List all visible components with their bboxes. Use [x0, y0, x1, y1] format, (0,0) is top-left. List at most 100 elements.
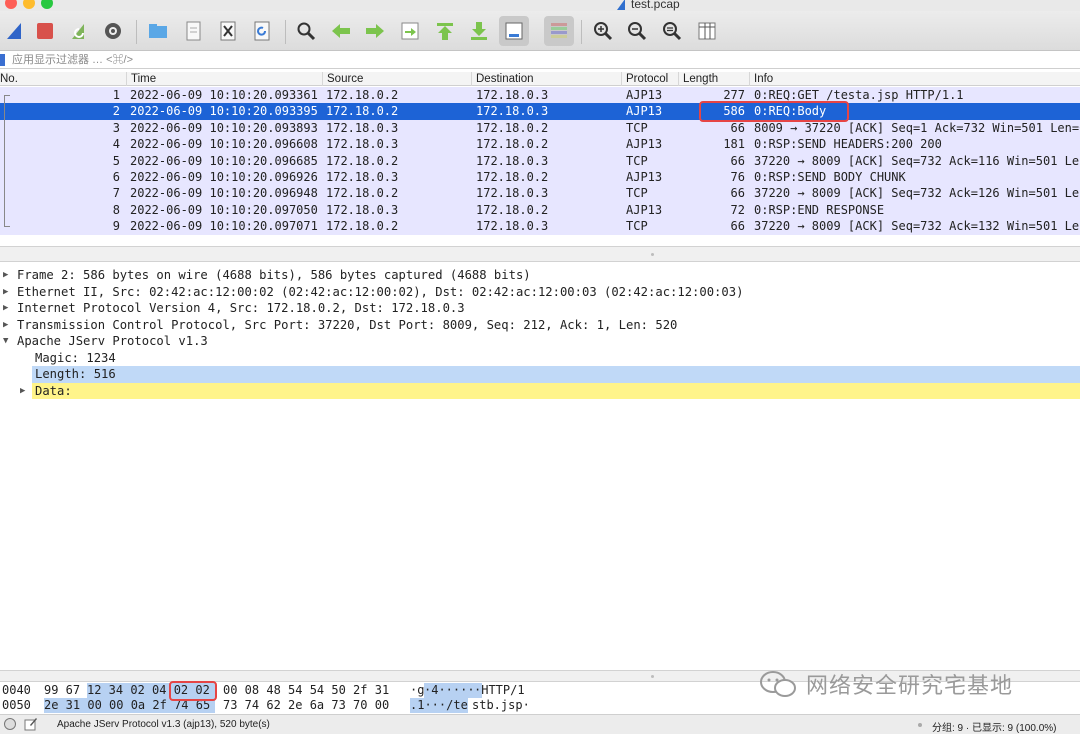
- packet-info: 37220 → 8009 [ACK] Seq=732 Ack=132 Win=5…: [754, 219, 1080, 234]
- find-packet-icon[interactable]: [291, 16, 321, 46]
- close-window-button[interactable]: [5, 0, 17, 9]
- expand-arrow-icon[interactable]: ▶: [20, 383, 30, 400]
- packet-destination: 172.18.0.3: [476, 186, 549, 201]
- column-header-protocol[interactable]: Protocol: [621, 72, 678, 86]
- close-file-icon[interactable]: [213, 16, 243, 46]
- packet-info: 0:RSP:END RESPONSE: [754, 202, 885, 217]
- colorize-icon[interactable]: [544, 16, 574, 46]
- shark-fin-start-icon[interactable]: [0, 16, 30, 46]
- detail-text: Internet Protocol Version 4, Src: 172.18…: [17, 301, 465, 315]
- packet-length: 66: [730, 120, 745, 135]
- detail-row-ajp[interactable]: ▼ Apache JServ Protocol v1.3: [0, 333, 1080, 350]
- packet-protocol: TCP: [626, 153, 648, 168]
- status-bar: Apache JServ Protocol v1.3 (ajp13), 520 …: [0, 714, 1080, 734]
- column-header-time[interactable]: Time: [126, 72, 322, 86]
- restart-capture-icon[interactable]: [64, 16, 94, 46]
- column-header-info[interactable]: Info: [749, 72, 1080, 86]
- packet-row[interactable]: 6 2022-06-09 10:10:20.096926 172.18.0.3 …: [0, 169, 1080, 186]
- expert-info-icon[interactable]: [4, 718, 16, 730]
- packet-row[interactable]: 8 2022-06-09 10:10:20.097050 172.18.0.3 …: [0, 201, 1080, 219]
- open-file-icon[interactable]: [143, 16, 173, 46]
- minimize-window-button[interactable]: [23, 0, 35, 9]
- annotation-box-bytes: [169, 681, 217, 701]
- packet-destination: 172.18.0.2: [476, 120, 549, 135]
- expand-arrow-icon[interactable]: ▶: [3, 317, 13, 334]
- packet-protocol: TCP: [626, 120, 648, 135]
- packet-list: 1 2022-06-09 10:10:20.093361 172.18.0.2 …: [0, 87, 1080, 237]
- conversation-bracket: [4, 95, 10, 227]
- pane-splitter-top[interactable]: [0, 246, 1080, 262]
- packet-row[interactable]: 4 2022-06-09 10:10:20.096608 172.18.0.3 …: [0, 136, 1080, 153]
- expand-arrow-icon[interactable]: ▶: [3, 284, 13, 301]
- detail-row-tcp[interactable]: ▶ Transmission Control Protocol, Src Por…: [0, 317, 1080, 334]
- packet-source: 172.18.0.2: [326, 219, 399, 234]
- status-separator-dot: [918, 723, 922, 727]
- packet-time: 2022-06-09 10:10:20.096926: [130, 170, 318, 184]
- zoom-out-icon[interactable]: [622, 16, 652, 46]
- file-icon[interactable]: [178, 16, 208, 46]
- zoom-window-button[interactable]: [41, 0, 53, 9]
- autoscroll-icon[interactable]: [499, 16, 529, 46]
- stop-capture-icon[interactable]: [30, 16, 60, 46]
- column-header-length[interactable]: Length: [678, 72, 749, 86]
- detail-row-ip[interactable]: ▶ Internet Protocol Version 4, Src: 172.…: [0, 300, 1080, 317]
- capture-options-icon[interactable]: [98, 16, 128, 46]
- packet-source: 172.18.0.3: [326, 120, 399, 135]
- packet-no: 5: [112, 153, 120, 168]
- zoom-normal-icon[interactable]: [657, 16, 687, 46]
- bytes-ascii-highlight: .1···/te: [410, 698, 468, 713]
- detail-row-frame[interactable]: ▶ Frame 2: 586 bytes on wire (4688 bits)…: [0, 267, 1080, 284]
- last-packet-icon[interactable]: [464, 16, 494, 46]
- packet-row-selected[interactable]: 2 2022-06-09 10:10:20.093395 172.18.0.2 …: [0, 103, 1080, 120]
- edit-comment-icon[interactable]: [24, 717, 38, 731]
- packet-row[interactable]: 1 2022-06-09 10:10:20.093361 172.18.0.2 …: [0, 87, 1080, 104]
- watermark-text: 网络安全研究宅基地: [806, 673, 1014, 698]
- bytes-row[interactable]: 0050 2e 31 00 00 0a 2f 74 65 73 74 62 2e…: [0, 698, 1080, 713]
- display-filter-input[interactable]: [12, 52, 1072, 68]
- detail-text: Ethernet II, Src: 02:42:ac:12:00:02 (02:…: [17, 284, 744, 299]
- bytes-ascii-plain: ·g: [410, 683, 425, 697]
- bytes-ascii-plain: ·HTTP/1: [474, 683, 525, 697]
- zoom-in-icon[interactable]: [588, 16, 618, 46]
- status-packet-count: 分组: 9 · 已显示: 9 (100.0%): [932, 723, 1057, 734]
- detail-row-magic[interactable]: Magic: 1234: [0, 350, 1080, 367]
- main-toolbar: [0, 11, 1080, 51]
- packet-details-tree: ▶ Frame 2: 586 bytes on wire (4688 bits)…: [0, 266, 1080, 676]
- packet-time: 2022-06-09 10:10:20.096685: [130, 153, 318, 168]
- expand-arrow-icon[interactable]: ▶: [3, 267, 13, 284]
- packet-length: 66: [730, 186, 745, 201]
- detail-row-ethernet[interactable]: ▶ Ethernet II, Src: 02:42:ac:12:00:02 (0…: [0, 284, 1080, 301]
- wechat-icon: [760, 671, 796, 697]
- detail-row-length[interactable]: Length: 516: [0, 366, 1080, 383]
- packet-protocol: AJP13: [626, 170, 663, 184]
- column-header-destination[interactable]: Destination: [471, 72, 621, 86]
- packet-length: 72: [730, 202, 745, 217]
- go-back-icon[interactable]: [326, 16, 356, 46]
- packet-row[interactable]: 7 2022-06-09 10:10:20.096948 172.18.0.2 …: [0, 185, 1080, 202]
- go-to-packet-icon[interactable]: [395, 16, 425, 46]
- packet-destination: 172.18.0.2: [476, 170, 549, 184]
- packet-info: 37220 → 8009 [ACK] Seq=732 Ack=116 Win=5…: [754, 153, 1080, 168]
- packet-row[interactable]: 9 2022-06-09 10:10:20.097071 172.18.0.2 …: [0, 218, 1080, 235]
- column-header-no[interactable]: No.: [0, 72, 126, 86]
- packet-time: 2022-06-09 10:10:20.093361: [130, 88, 318, 102]
- packet-source: 172.18.0.3: [326, 170, 399, 184]
- packet-row[interactable]: 3 2022-06-09 10:10:20.093893 172.18.0.3 …: [0, 119, 1080, 137]
- title-bar: test.pcap: [0, 0, 1080, 11]
- splitter-grip: [651, 675, 654, 678]
- resize-columns-icon[interactable]: [692, 16, 722, 46]
- detail-row-data[interactable]: ▶ Data:: [0, 382, 1080, 400]
- expand-arrow-icon[interactable]: ▶: [3, 300, 13, 317]
- packet-row[interactable]: 5 2022-06-09 10:10:20.096685 172.18.0.2 …: [0, 152, 1080, 169]
- go-forward-icon[interactable]: [360, 16, 390, 46]
- reload-file-icon[interactable]: [247, 16, 277, 46]
- collapse-arrow-icon[interactable]: ▼: [3, 333, 13, 350]
- packet-destination: 172.18.0.3: [476, 104, 549, 119]
- packet-info: 8009 → 37220 [ACK] Seq=1 Ack=732 Win=501…: [754, 120, 1080, 135]
- packet-destination: 172.18.0.3: [476, 219, 549, 234]
- column-header-source[interactable]: Source: [322, 72, 471, 86]
- bytes-ascii-plain: stb.jsp·: [472, 698, 530, 712]
- filter-bookmark-icon[interactable]: [0, 54, 5, 66]
- first-packet-icon[interactable]: [430, 16, 460, 46]
- packet-length: 181: [723, 137, 745, 152]
